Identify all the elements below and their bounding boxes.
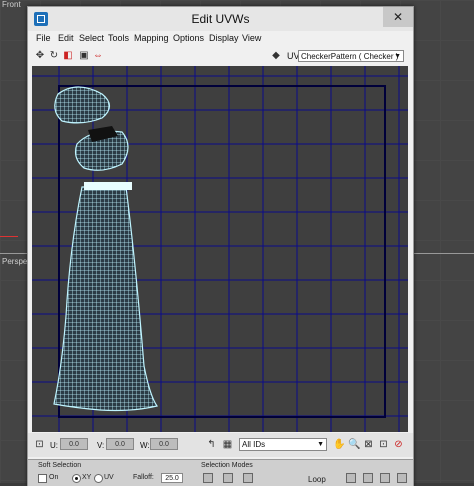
uv-status-bar: ⊡ U: 0.0 V: 0.0 W: 0.0 ↰ ▦ All IDs ▼ ✋ 🔍… [28, 433, 413, 457]
mirror-icon[interactable]: ⇔ [92, 50, 104, 62]
scale-icon[interactable]: ◧ [62, 50, 74, 62]
w-field[interactable]: 0.0 [150, 438, 178, 450]
menu-bar: File Edit Select Tools Mapping Options D… [28, 31, 413, 46]
close-button[interactable]: ✕ [383, 7, 413, 27]
rollout-panel: Soft Selection On XY UV Falloff: 25.0 Se… [28, 459, 413, 486]
zoom-icon[interactable]: 🔍 [348, 439, 360, 450]
map-select-dropdown[interactable]: CheckerPattern ( Checker ) ▼ [298, 50, 404, 62]
map-select-value: CheckerPattern ( Checker ) [301, 52, 399, 61]
selection-modes-label: Selection Modes [201, 462, 253, 469]
menu-view[interactable]: View [242, 33, 261, 43]
uv-grid-svg [32, 66, 408, 432]
menu-mapping[interactable]: Mapping [134, 33, 169, 43]
v-label: V: [97, 441, 105, 450]
map-display-icon[interactable]: ◆ [270, 50, 282, 62]
menu-tools[interactable]: Tools [108, 33, 129, 43]
uv-radio-label: UV [104, 474, 114, 481]
u-label: U: [50, 441, 58, 450]
chevron-down-icon: ▼ [317, 441, 324, 448]
soft-selection-on-checkbox[interactable] [38, 474, 47, 483]
u-field[interactable]: 0.0 [60, 438, 88, 450]
lock-icon[interactable]: ⊡ [34, 439, 45, 450]
uv-toolbar: ✥ ↻ ◧ ▣ ⇔ ◆ UV CheckerPattern ( Checker … [28, 47, 413, 65]
falloff-label: Falloff: [133, 474, 154, 481]
pan-icon[interactable]: ✋ [333, 439, 345, 450]
xy-label: XY [82, 474, 92, 481]
soft-selection-label: Soft Selection [38, 462, 82, 469]
menu-file[interactable]: File [36, 33, 51, 43]
on-label: On [49, 474, 59, 481]
uv-shell-body [53, 186, 158, 412]
material-ids-icon[interactable]: ▦ [222, 439, 233, 450]
falloff-field[interactable]: 25.0 [161, 473, 183, 483]
menu-options[interactable]: Options [173, 33, 204, 43]
chevron-down-icon: ▼ [394, 53, 401, 60]
uv-editor-canvas[interactable] [32, 66, 408, 432]
uv-shell-collar [84, 182, 132, 190]
w-label: W: [140, 441, 150, 450]
face-mode-icon[interactable] [243, 473, 253, 483]
ids-select-value: All IDs [242, 440, 266, 449]
v-field[interactable]: 0.0 [106, 438, 134, 450]
uv-radio[interactable] [94, 474, 103, 483]
filter-icon[interactable]: ↰ [206, 439, 217, 450]
shrink-icon[interactable] [363, 473, 373, 483]
viewport-axis-line [0, 236, 18, 237]
zoom-region-icon[interactable]: ⊠ [363, 439, 374, 450]
loop-icon[interactable] [397, 473, 407, 483]
edit-uvws-window[interactable]: Edit UVWs ✕ File Edit Select Tools Mappi… [27, 6, 414, 486]
viewport-label-front[interactable]: Front [2, 0, 21, 9]
uv-shell-cap [54, 86, 111, 124]
ring-icon[interactable] [380, 473, 390, 483]
menu-display[interactable]: Display [209, 33, 239, 43]
ids-select-dropdown[interactable]: All IDs ▼ [239, 438, 327, 451]
rotate-icon[interactable]: ↻ [48, 50, 60, 62]
zoom-extents-icon[interactable]: ⊡ [378, 439, 389, 450]
move-icon[interactable]: ✥ [34, 50, 46, 62]
menu-select[interactable]: Select [79, 33, 104, 43]
menu-edit[interactable]: Edit [58, 33, 74, 43]
title-bar[interactable]: Edit UVWs ✕ [28, 7, 413, 31]
uv-mesh [53, 86, 158, 412]
grow-icon[interactable] [346, 473, 356, 483]
vertex-mode-icon[interactable] [203, 473, 213, 483]
edge-mode-icon[interactable] [223, 473, 233, 483]
window-title: Edit UVWs [191, 12, 250, 26]
freeform-icon[interactable]: ▣ [78, 50, 90, 62]
xy-radio[interactable] [72, 474, 81, 483]
snap-icon[interactable]: ⊘ [393, 439, 404, 450]
